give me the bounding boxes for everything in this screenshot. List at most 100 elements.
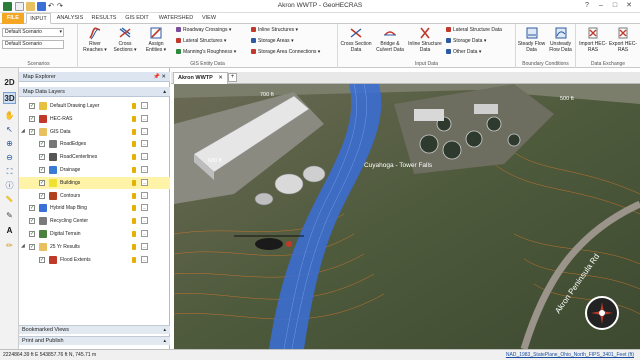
layer-row[interactable]: ✓ Drainage… [19,164,170,176]
lock-icon[interactable] [132,205,136,212]
pan-hand-icon[interactable]: ✋ [3,110,16,122]
lock-icon[interactable] [132,167,136,173]
scenario-select[interactable]: Default Scenario ▾ [2,28,64,37]
layer-row[interactable]: ✓ RoadEdges… [19,138,170,150]
view-3d-button[interactable]: 3D [3,92,16,104]
expand-toggle-icon[interactable] [31,257,36,262]
expand-toggle-icon[interactable]: ◢ [21,128,26,134]
tab-akron-wwtp[interactable]: Akron WWTP ✕ [173,72,228,84]
layer-visibility-checkbox[interactable]: ✓ [39,256,45,263]
layer-visibility-checkbox[interactable]: ✓ [39,167,45,173]
layer-row[interactable]: ✓ Recycling Center… [19,215,170,227]
roadway-crossings-button[interactable]: Roadway Crossings ▾ [176,27,231,34]
layer-properties-icon[interactable]: … [141,217,148,225]
steady-flow-data-button[interactable]: Steady Flow Data [517,26,546,53]
storage-area-connections-button[interactable]: Storage Area Connections ▾ [251,49,320,56]
layer-visibility-checkbox[interactable]: ✓ [39,192,45,199]
tab-file[interactable]: FILE [2,13,24,24]
map-canvas[interactable]: Cuyahoga - Tower Falls Akron Peninsula R… [174,84,640,349]
layer-properties-icon[interactable]: … [141,102,148,109]
chevron-up-icon[interactable]: ▴ [163,87,166,97]
layer-properties-icon[interactable]: … [141,230,148,237]
view-2d-button[interactable]: 2D [3,77,16,89]
expand-toggle-icon[interactable]: ◢ [21,243,26,249]
tab-watershed[interactable]: WATERSHED [155,13,197,24]
layer-properties-icon[interactable]: … [141,140,148,148]
lock-icon[interactable] [132,231,136,237]
export-hecras-button[interactable]: Export HEC-RAS [608,26,638,53]
lock-icon[interactable] [132,218,136,225]
draw-line-icon[interactable]: ✎ [3,210,16,222]
tab-gis-edit[interactable]: GIS EDIT [121,13,153,24]
unsteady-flow-data-button[interactable]: Unsteady Flow Data [546,26,575,53]
layer-properties-icon[interactable]: … [141,242,148,250]
storage-areas-button[interactable]: Storage Areas ▾ [251,38,294,45]
layer-visibility-checkbox[interactable]: ✓ [29,115,35,122]
layer-visibility-checkbox[interactable]: ✓ [29,243,35,250]
lock-icon[interactable] [132,103,136,109]
lock-icon[interactable] [132,141,136,148]
bookmarked-views-bar[interactable]: Bookmarked Views ▴ [19,325,170,334]
layer-properties-icon[interactable]: … [141,114,148,122]
measure-icon[interactable]: 📏 [3,194,16,206]
layer-row[interactable]: ✓ Default Drawing Layer… [19,100,170,112]
layer-properties-icon[interactable]: … [141,127,148,135]
expand-toggle-icon[interactable] [21,116,26,121]
layer-row[interactable]: ◢ ✓ 25 Yr Results… [19,241,170,253]
lock-icon[interactable] [132,128,136,135]
add-tab-button[interactable]: + [228,73,237,82]
lock-icon[interactable] [132,115,136,122]
layer-properties-icon[interactable]: … [141,153,148,161]
expand-toggle-icon[interactable] [21,231,26,236]
layer-row[interactable]: ✓ RoadCenterlines… [19,151,170,163]
layer-visibility-checkbox[interactable]: ✓ [39,141,45,148]
cross-section-data-button[interactable]: Cross Section Data [340,26,372,53]
inline-structures-button[interactable]: Inline Structures ▾ [251,27,298,34]
layer-visibility-checkbox[interactable]: ✓ [29,128,35,135]
help-button[interactable]: ? [580,1,594,11]
layer-visibility-checkbox[interactable]: ✓ [39,154,45,161]
close-window-button[interactable]: ✕ [622,1,636,11]
layer-row[interactable]: ✓ Digital Terrain… [19,228,170,240]
inline-structure-data-button[interactable]: Inline Structure Data [408,26,442,53]
lock-icon[interactable] [132,256,136,263]
layer-row[interactable]: ✓ HEC-RAS… [19,113,170,125]
layer-visibility-checkbox[interactable]: ✓ [29,231,35,237]
expand-toggle-icon[interactable] [21,103,26,108]
tab-view[interactable]: VIEW [199,13,219,24]
maximize-button[interactable]: □ [608,1,622,11]
compass-rose-icon[interactable] [585,296,619,330]
layer-properties-icon[interactable]: … [141,255,148,263]
expand-toggle-icon[interactable] [31,141,36,146]
lock-icon[interactable] [132,192,136,199]
cross-sections-button[interactable]: Cross Sections ▾ [110,26,140,53]
layer-visibility-checkbox[interactable]: ✓ [29,218,35,225]
mannings-roughness-button[interactable]: Manning's Roughness ▾ [176,49,236,56]
lock-icon[interactable] [132,179,136,186]
expand-toggle-icon[interactable] [21,218,26,223]
tab-results[interactable]: RESULTS [89,13,119,24]
expand-toggle-icon[interactable] [21,205,26,210]
expand-toggle-icon[interactable] [31,167,36,172]
layer-row[interactable]: ✓ Flood Extents… [19,254,170,266]
import-hecras-button[interactable]: Import HEC-RAS [578,26,608,53]
close-tab-icon[interactable]: ✕ [218,75,223,81]
expand-toggle-icon[interactable] [31,154,36,159]
lock-icon[interactable] [132,154,136,161]
layer-visibility-checkbox[interactable]: ✓ [29,103,35,109]
expand-toggle-icon[interactable] [31,180,36,185]
select-arrow-icon[interactable]: ↖ [3,124,16,136]
text-annotation-icon[interactable]: A [3,225,16,237]
tab-input[interactable]: INPUT [26,13,51,24]
lateral-structures-button[interactable]: Lateral Structures ▾ [176,38,226,45]
label-icon[interactable]: ✏ [3,240,16,252]
panel-pin-close-icon[interactable]: 📌 ✕ [153,72,166,82]
bridge-culvert-data-button[interactable]: Bridge & Culvert Data [373,26,407,53]
expand-toggle-icon[interactable] [31,193,36,198]
layer-visibility-checkbox[interactable]: ✓ [29,205,35,212]
identify-icon[interactable]: ⓘ [3,180,16,192]
layer-properties-icon[interactable]: … [141,204,148,212]
layer-row[interactable]: ✓ Contours… [19,190,170,202]
scenario-list[interactable]: Default Scenario [2,40,64,49]
layer-visibility-checkbox[interactable]: ✓ [39,179,45,186]
